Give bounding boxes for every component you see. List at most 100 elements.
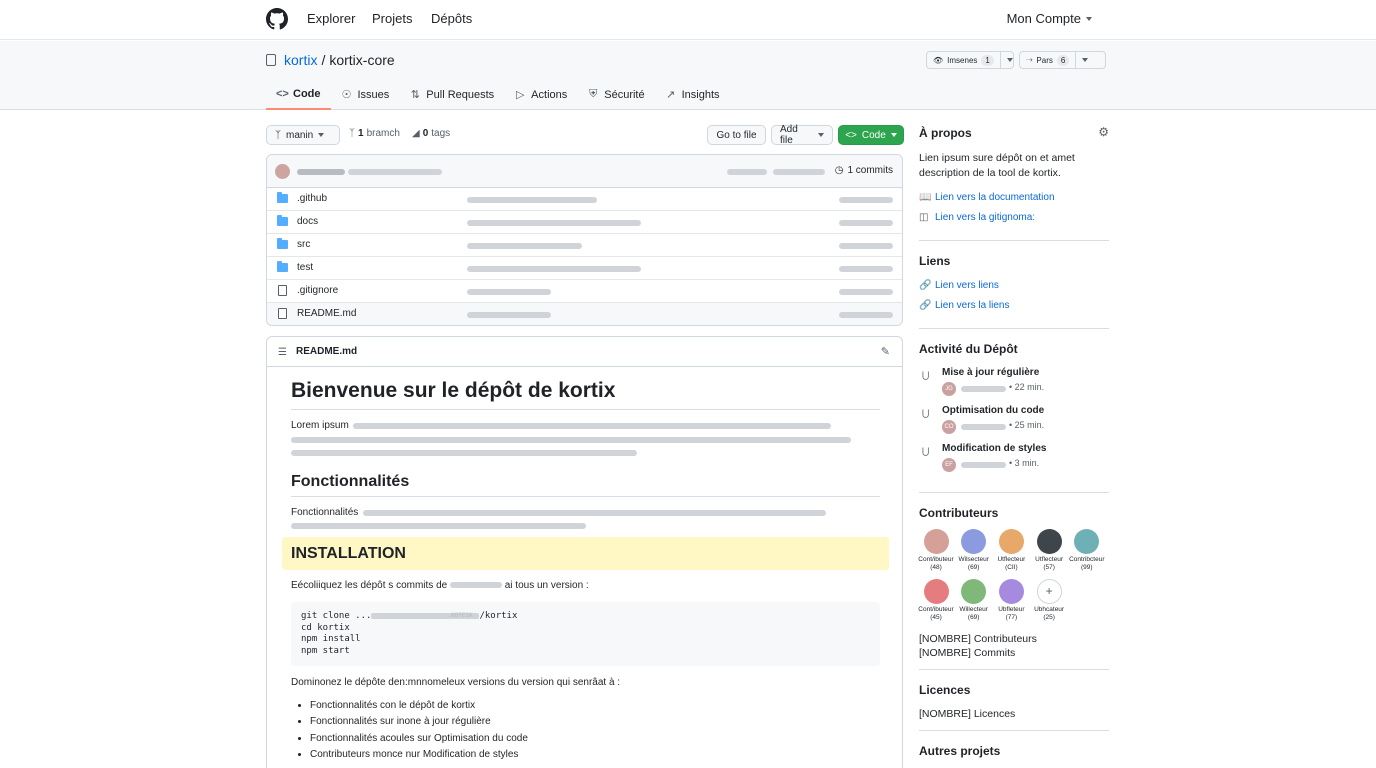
divider [291,409,880,410]
commits-count: [NOMBRE] Commits [919,647,1016,659]
file-name[interactable]: .gitignore [297,285,338,296]
avatar[interactable]: CO [942,420,956,434]
documentation-link[interactable]: 📖 Lien vers la documentation [919,192,1055,203]
link-label: Lien vers la liens [935,300,1010,311]
file-row[interactable]: .github [267,188,902,211]
contributor-count: (99) [1081,564,1093,571]
repo-icon: ◫ [919,212,929,223]
chevron-down-icon [318,133,325,137]
avatar[interactable] [923,579,949,604]
file-name[interactable]: docs [297,216,318,227]
commit-date-placeholder [839,220,893,226]
avatar[interactable]: EF [942,458,956,472]
link-label: Lien vers la documentation [935,192,1055,203]
folder-icon [277,261,288,272]
watch-button[interactable]: 👁 Imsenes 1 [927,52,1000,68]
contributor: Utflecteur (CII) [992,529,1030,572]
branch-icon: ᛉ [349,128,355,139]
branch-icon: ᛉ [275,129,281,141]
plus-icon[interactable]: + [1036,579,1062,604]
commit-date-placeholder [839,266,893,272]
contributor: Contribcteur (99) [1068,529,1106,572]
commits-label: 1 commits [847,165,893,176]
avatar[interactable] [998,529,1024,554]
install-text-a: Eécoliiquez les dépôt s commits de [291,580,448,591]
fork-button-group: ⤑ Pars 6 [1019,51,1106,69]
commits-link[interactable]: ◷ 1 commits [835,165,893,176]
avatar[interactable] [275,164,290,179]
file-row[interactable]: docs [267,211,902,234]
pencil-icon[interactable]: ✎ [881,345,890,358]
tab-label: Pull Requests [426,88,495,101]
repo-owner-link[interactable]: kortix [284,52,317,68]
file-row[interactable]: .gitignore [267,280,902,303]
features-list: Fonctionnalités con le dépôt de kortix F… [310,698,528,763]
watch-count: 1 [981,54,994,66]
sidebar-link-2[interactable]: 🔗 Lien vers la liens [919,300,1009,311]
list-item: Fonctionnalités con le dépôt de kortix [310,698,528,714]
commit-icon: ⋃ [922,370,930,380]
placeholder-bar: .NOPESK [371,612,480,619]
contributor-label: Ubfleteur [998,606,1025,613]
code-icon: <> [845,129,857,141]
divider [919,730,1109,731]
code-button[interactable]: <> Code [838,125,904,145]
account-menu[interactable]: Mon Compte [1007,11,1092,26]
avatar[interactable] [961,529,987,554]
install-text: Eécoliiquez les dépôt s commits de ai to… [291,580,589,591]
placeholder-bar [449,582,502,589]
nav-projets[interactable]: Projets [372,11,412,26]
list-icon[interactable]: ☰ [278,347,287,358]
watch-dropdown[interactable] [999,52,1019,68]
file-row[interactable]: README.md [267,303,902,325]
tab-insights[interactable]: ↗ Insights [655,79,730,110]
placeholder-bar [348,169,442,175]
branches-link[interactable]: ᛉ 1 bramch [349,128,400,139]
nav-depots[interactable]: Dépôts [431,11,472,26]
file-row[interactable]: test [267,257,902,280]
play-icon: ▷ [515,89,525,101]
file-row[interactable]: src [267,234,902,257]
avatar[interactable] [998,579,1024,604]
placeholder-bar [773,169,825,175]
fork-dropdown[interactable] [1075,52,1094,68]
avatar[interactable] [1074,529,1100,554]
tab-pull-requests[interactable]: ⇅ Pull Requests [399,79,504,110]
file-name[interactable]: test [297,262,313,273]
readme-title: Bienvenue sur le dépôt de kortix [291,379,616,402]
history-icon: ◷ [834,165,844,176]
nav-explorer[interactable]: Explorer [307,11,355,26]
contributor-count: (48) [930,564,942,571]
gear-icon[interactable]: ⚙ [1098,125,1109,139]
avatar[interactable]: JG [942,382,956,396]
avatar[interactable] [923,529,949,554]
tab-code[interactable]: <> Code [266,79,331,110]
commit-icon: ⋃ [922,408,930,418]
fork-button[interactable]: ⤑ Pars 6 [1020,52,1075,68]
folder-icon [277,215,288,226]
avatar[interactable] [961,579,987,604]
avatar[interactable] [1036,529,1062,554]
github-logo-icon[interactable] [266,8,288,30]
graph-icon: ↗ [666,89,676,101]
install-code-block[interactable]: git clone ... .NOPESK/kortix cd kortix np… [291,602,880,666]
branch-selector[interactable]: ᛉ manin [266,125,340,145]
add-file-button[interactable]: Add file [771,124,833,146]
commit-message-placeholder [467,312,551,318]
placeholder-bar [727,169,767,175]
tab-actions[interactable]: ▷ Actions [504,79,577,110]
file-name[interactable]: README.md [297,308,356,319]
file-name[interactable]: src [297,239,310,250]
activity-time: • 3 min. [1009,458,1040,468]
list-item: Contributeurs monce nur Modification de … [310,747,528,763]
sidebar-link-1[interactable]: 🔗 Lien vers liens [919,280,999,291]
go-to-file-button[interactable]: Go to file [707,125,766,145]
tab-issues[interactable]: ☉ Issues [331,79,400,110]
repo-name-link[interactable]: kortix-core [329,52,394,68]
chevron-down-icon [1082,58,1089,62]
file-name[interactable]: .github [297,193,327,204]
gitignore-link[interactable]: ◫ Lien vers la gitignoma: [919,212,1035,223]
tab-label: Sécurité [604,88,645,101]
tab-security[interactable]: ⛨ Sécurité [577,79,654,110]
tags-link[interactable]: ◢ 0 tags [412,128,450,139]
